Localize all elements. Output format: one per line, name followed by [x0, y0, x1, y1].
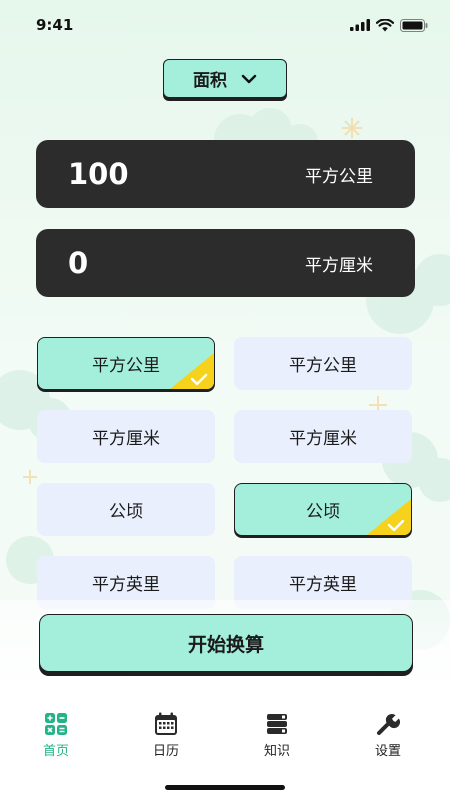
input-value-box[interactable]: 100 平方公里: [36, 140, 415, 208]
unit-option-label: 平方公里: [289, 356, 357, 376]
check-icon: [170, 353, 214, 389]
to-unit-option[interactable]: 平方厘米: [234, 410, 412, 463]
chevron-down-icon: [241, 74, 257, 83]
home-indicator: [165, 785, 285, 790]
unit-option-label: 平方英里: [92, 575, 160, 595]
status-icons: [350, 18, 428, 32]
to-unit-option[interactable]: 公顷: [234, 483, 412, 536]
calendar-icon: [155, 712, 177, 735]
start-convert-button[interactable]: 开始换算: [39, 614, 413, 672]
to-unit-option[interactable]: 平方公里: [234, 337, 412, 390]
unit-option-label: 公顷: [109, 502, 143, 522]
wifi-icon: [376, 18, 394, 31]
unit-option-label: 平方公里: [92, 356, 160, 376]
tab-knowledge[interactable]: 知识: [237, 712, 317, 759]
battery-icon: [400, 18, 428, 32]
status-bar: 9:41: [0, 0, 450, 50]
signal-icon: [350, 19, 370, 31]
books-icon: [267, 714, 287, 734]
from-unit-option[interactable]: 公顷: [37, 483, 215, 536]
tab-home[interactable]: 首页: [16, 712, 96, 759]
status-time: 9:41: [36, 16, 74, 34]
tab-settings[interactable]: 设置: [348, 712, 428, 759]
wrench-icon: [377, 713, 400, 735]
input-unit: 平方公里: [305, 166, 373, 187]
output-value-box: 0 平方厘米: [36, 229, 415, 297]
unit-option-label: 平方英里: [289, 575, 357, 595]
input-value: 100: [68, 157, 129, 191]
unit-option-label: 平方厘米: [92, 429, 160, 449]
category-selector[interactable]: 面积: [163, 59, 287, 98]
start-convert-label: 开始换算: [187, 633, 264, 656]
calculator-icon: [45, 713, 67, 735]
tab-calendar[interactable]: 日历: [126, 712, 206, 759]
output-value: 0: [68, 246, 89, 280]
from-unit-option[interactable]: 平方公里: [37, 337, 215, 390]
tab-knowledge-label: 知识: [263, 744, 290, 759]
tab-home-label: 首页: [42, 744, 69, 759]
category-label: 面积: [193, 71, 227, 91]
check-icon: [367, 499, 411, 535]
output-unit: 平方厘米: [305, 255, 373, 276]
from-unit-option[interactable]: 平方厘米: [37, 410, 215, 463]
unit-option-label: 平方厘米: [289, 429, 357, 449]
tab-settings-label: 设置: [374, 744, 401, 759]
tab-calendar-label: 日历: [152, 744, 179, 759]
unit-option-label: 公顷: [306, 502, 340, 522]
